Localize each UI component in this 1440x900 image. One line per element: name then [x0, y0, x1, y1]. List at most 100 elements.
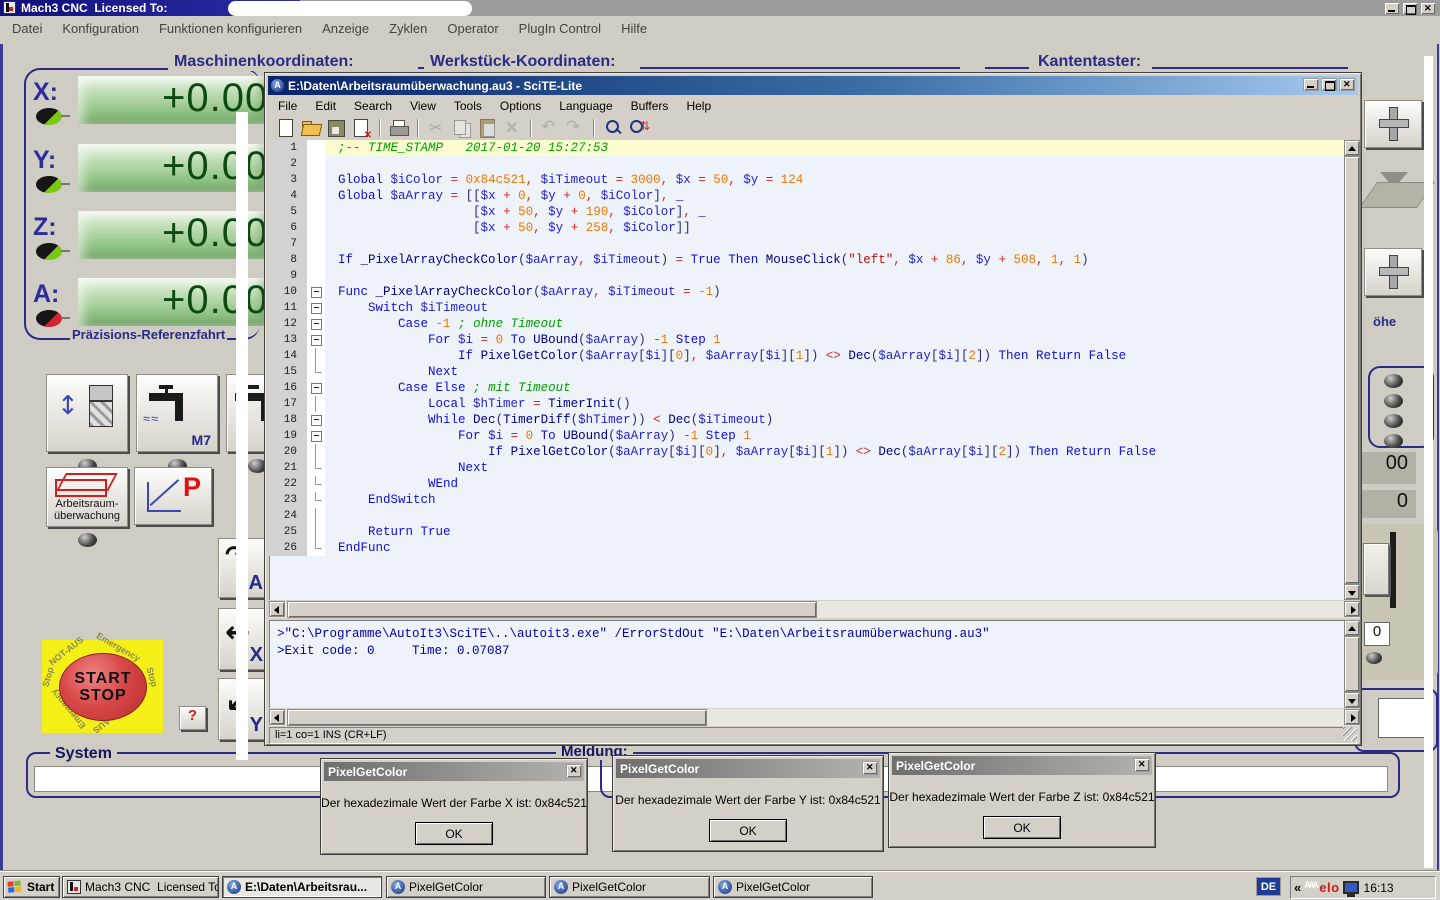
output-pane[interactable]: >"C:\Programme\AutoIt3\SciTE\..\autoit3.… [269, 620, 1344, 708]
task-button-label: PixelGetColor [572, 880, 646, 894]
menu-item-language[interactable]: Language [550, 99, 621, 113]
menu-item-hilfe[interactable]: Hilfe [611, 21, 657, 36]
code-line: 14 If PixelGetColor($aArray[$i][0], $aAr… [269, 348, 1344, 364]
tool-length-button[interactable]: ↕ [46, 374, 128, 452]
menu-item-datei[interactable]: Datei [2, 21, 52, 36]
scroll-down-button[interactable] [1344, 584, 1360, 600]
menu-item-edit[interactable]: Edit [306, 99, 345, 113]
menu-item-plugin-control[interactable]: PlugIn Control [509, 21, 611, 36]
fold-collapse-icon[interactable] [307, 300, 325, 316]
vscroll-thumb[interactable] [1344, 156, 1360, 584]
scite-close-button[interactable] [1339, 78, 1355, 91]
dialog-titlebar[interactable]: PixelGetColor [324, 762, 584, 781]
dialog-titlebar[interactable]: PixelGetColor [616, 759, 880, 778]
fold-collapse-icon[interactable] [307, 412, 325, 428]
scroll-left-button[interactable] [269, 601, 285, 617]
input-box[interactable] [1378, 698, 1430, 738]
ok-button[interactable]: OK [983, 816, 1061, 839]
open-icon[interactable] [300, 117, 322, 139]
mach3-close-button[interactable] [1420, 2, 1436, 15]
output-hscrollbar[interactable] [269, 709, 1360, 726]
copy-icon[interactable] [451, 117, 473, 139]
probe-p-button[interactable]: P [134, 467, 212, 525]
menu-item-anzeige[interactable]: Anzeige [312, 21, 379, 36]
code-editor[interactable]: 1;-- TIME_STAMP 2017-01-20 15:27:5323Glo… [269, 140, 1344, 600]
task-button-e-daten-arbeitsrau[interactable]: E:\Daten\Arbeitsrau... [222, 876, 382, 898]
scroll-down-button[interactable] [1344, 692, 1360, 708]
fold-collapse-icon[interactable] [307, 428, 325, 444]
slider-thumb[interactable] [1363, 543, 1389, 595]
clock: 16:13 [1364, 881, 1394, 895]
ok-button[interactable]: OK [709, 819, 787, 842]
scroll-up-button[interactable] [1344, 140, 1360, 156]
resize-grip[interactable] [1343, 727, 1357, 741]
dialog-close-button[interactable] [566, 764, 582, 778]
task-button-mach3-cnc-licensed-to[interactable]: Mach3 CNC Licensed To... [62, 876, 219, 898]
dialog-titlebar[interactable]: PixelGetColor [892, 756, 1152, 775]
display-tray-icon[interactable] [1343, 881, 1359, 894]
menu-item-zyklen[interactable]: Zyklen [379, 21, 437, 36]
scroll-right-button[interactable] [1344, 601, 1360, 617]
editor-hscrollbar[interactable] [269, 601, 1360, 618]
save-icon[interactable] [325, 117, 347, 139]
scroll-up-button[interactable] [1344, 620, 1360, 636]
undo-icon[interactable] [539, 117, 561, 139]
vscroll-thumb[interactable] [1344, 636, 1360, 692]
edge-probe-button-1[interactable] [1364, 100, 1422, 148]
scroll-left-button[interactable] [269, 709, 285, 725]
edge-probe-button-2[interactable] [1364, 248, 1422, 296]
task-button-pixelgetcolor[interactable]: PixelGetColor [386, 876, 546, 898]
help-button[interactable]: ? [179, 706, 206, 730]
fold-margin [307, 444, 325, 460]
new-icon[interactable] [275, 117, 297, 139]
scroll-right-button[interactable] [1344, 709, 1360, 725]
menu-item-operator[interactable]: Operator [437, 21, 508, 36]
task-button-pixelgetcolor[interactable]: PixelGetColor [713, 876, 873, 898]
start-button[interactable]: Start [3, 876, 60, 898]
menu-item-buffers[interactable]: Buffers [622, 99, 678, 113]
menu-item-file[interactable]: File [269, 99, 306, 113]
hscroll-thumb[interactable] [287, 601, 817, 618]
output-vscrollbar[interactable] [1344, 620, 1360, 708]
language-indicator[interactable]: DE [1256, 877, 1281, 896]
fold-collapse-icon[interactable] [307, 284, 325, 300]
slider-track[interactable] [1390, 532, 1396, 608]
menu-item-konfiguration[interactable]: Konfiguration [52, 21, 149, 36]
start-stop-button[interactable]: START STOP [59, 653, 147, 721]
menu-item-help[interactable]: Help [677, 99, 720, 113]
task-button-pixelgetcolor[interactable]: PixelGetColor [549, 876, 710, 898]
fold-collapse-icon[interactable] [307, 332, 325, 348]
menu-item-tools[interactable]: Tools [445, 99, 491, 113]
find-icon[interactable] [602, 117, 624, 139]
mach3-minimize-button[interactable] [1384, 2, 1400, 15]
redo-icon[interactable] [564, 117, 586, 139]
elo-logo: elo [1319, 880, 1339, 895]
replace-icon[interactable] [627, 117, 649, 139]
mach3-restore-button[interactable] [1402, 2, 1418, 15]
scite-titlebar[interactable]: E:\Daten\Arbeitsraumüberwachung.au3 - Sc… [268, 76, 1358, 95]
editor-vscrollbar[interactable] [1344, 140, 1360, 600]
ok-button[interactable]: OK [415, 822, 493, 845]
scite-minimize-button[interactable] [1303, 78, 1319, 91]
menu-item-funktionen-konfigurieren[interactable]: Funktionen konfigurieren [149, 21, 312, 36]
print-icon[interactable] [388, 117, 410, 139]
tray-chevron-icon[interactable]: « [1294, 880, 1301, 895]
cut-icon[interactable] [426, 117, 448, 139]
delete-icon[interactable] [501, 117, 523, 139]
fold-collapse-icon[interactable] [307, 316, 325, 332]
menu-item-search[interactable]: Search [345, 99, 401, 113]
arbeitsraum-ueberwachung-button[interactable]: Arbeitsraum- überwachung [46, 467, 128, 527]
menu-item-view[interactable]: View [401, 99, 445, 113]
fold-collapse-icon[interactable] [307, 380, 325, 396]
code-text: Next [325, 364, 1344, 380]
coolant-m7-button[interactable]: ≈≈ M7 [136, 374, 218, 452]
code-text: Case Else ; mit Timeout [325, 380, 1344, 396]
menu-item-options[interactable]: Options [491, 99, 550, 113]
dialog-close-button[interactable] [1134, 758, 1150, 772]
scite-maximize-button[interactable] [1321, 78, 1337, 91]
dialog-close-button[interactable] [862, 761, 878, 775]
hscroll-thumb[interactable] [287, 709, 707, 726]
close-icon[interactable] [350, 117, 372, 139]
paste-icon[interactable] [476, 117, 498, 139]
task-button-label: Mach3 CNC Licensed To... [85, 880, 219, 894]
